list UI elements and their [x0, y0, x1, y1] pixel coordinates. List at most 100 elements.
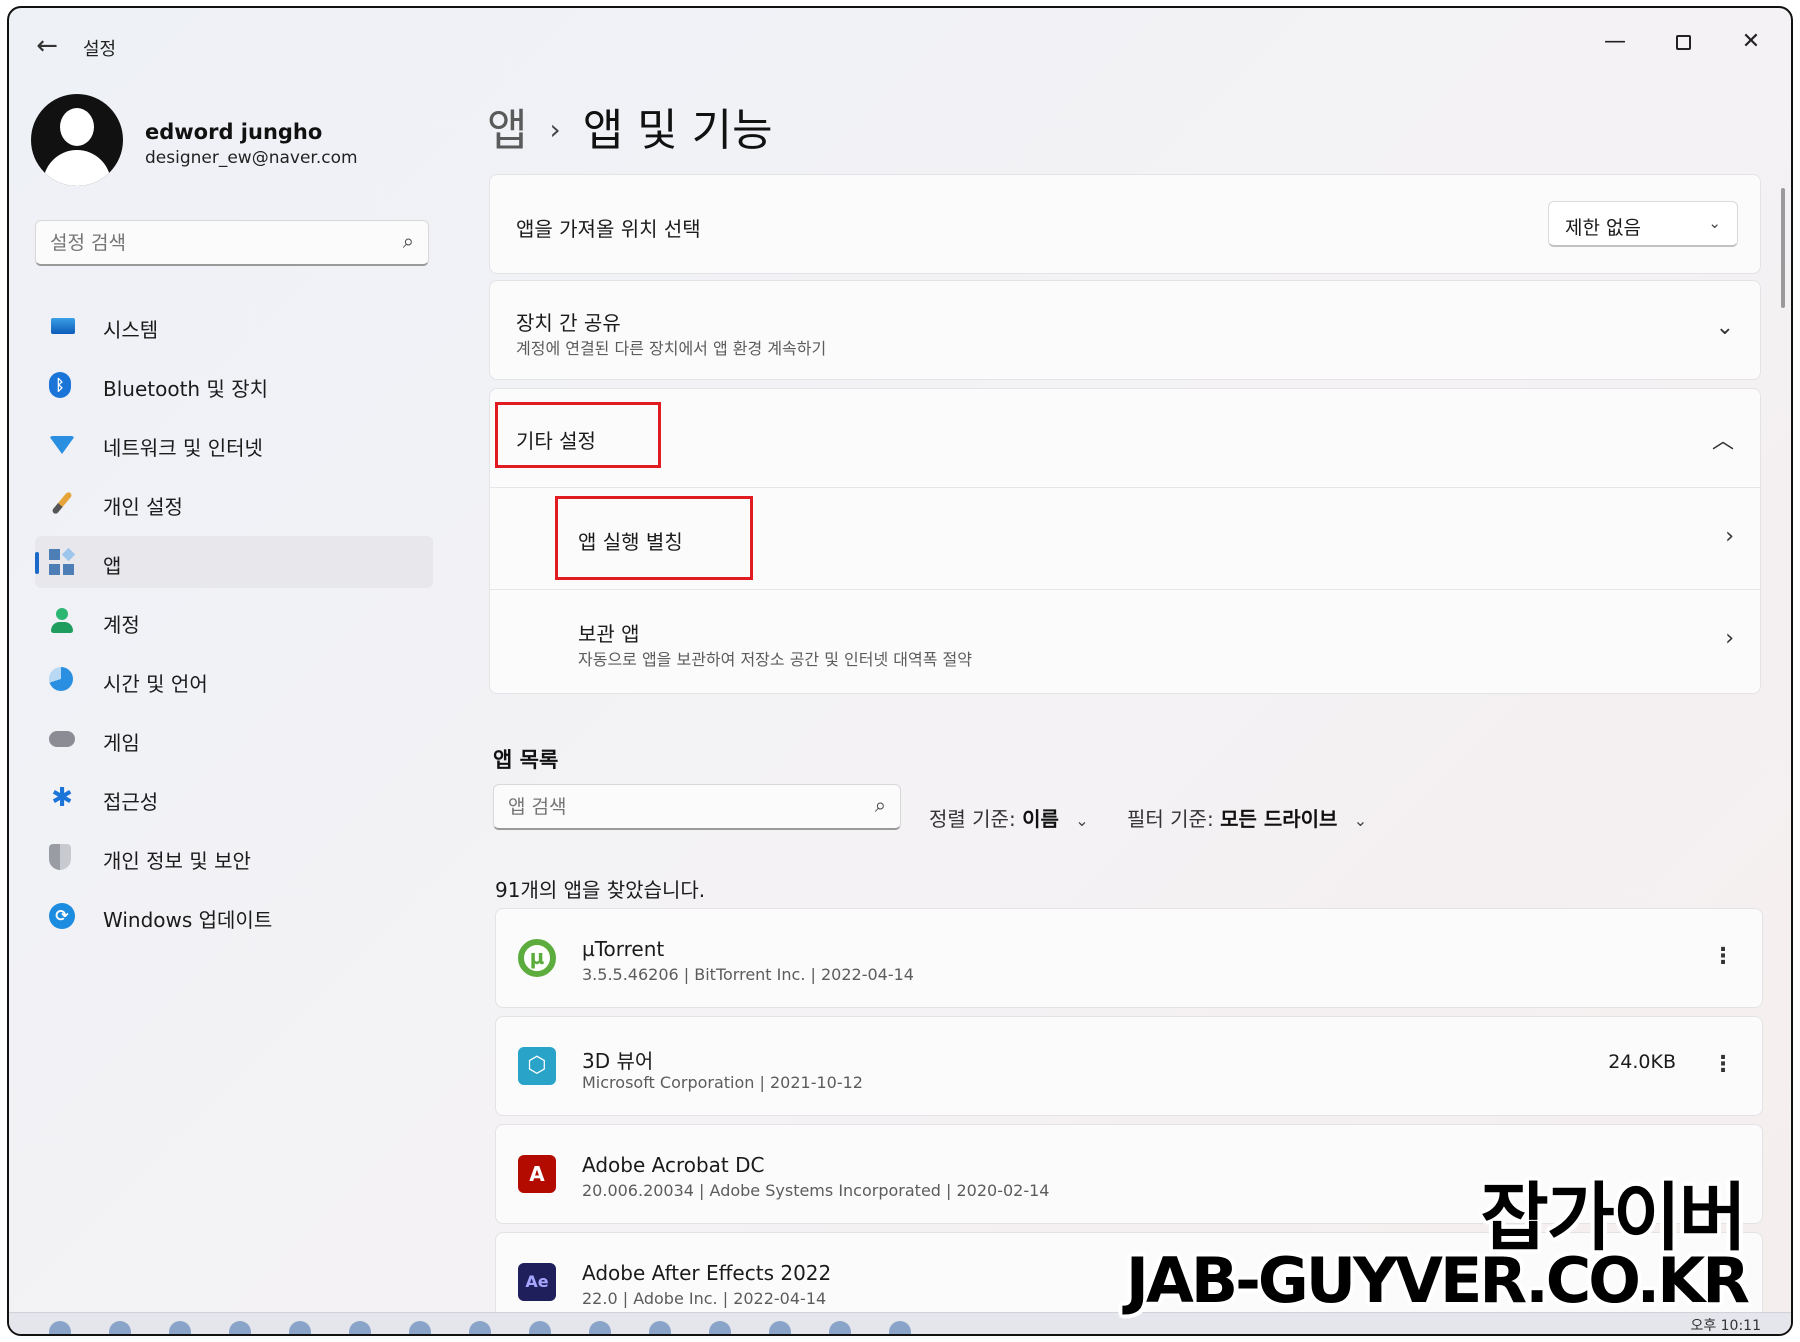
sidebar-item-accessibility[interactable]: ✱ 접근성 — [35, 772, 433, 824]
search-icon[interactable]: ⌕ — [875, 793, 886, 817]
close-button[interactable]: ✕ — [1727, 22, 1775, 62]
apps-icon — [49, 547, 76, 575]
settings-search-input[interactable] — [50, 229, 380, 257]
sidebar-item-gaming[interactable]: 게임 — [35, 713, 433, 765]
taskbar-app-icon[interactable] — [109, 1321, 131, 1334]
taskbar-app-icon[interactable] — [349, 1321, 371, 1334]
shield-icon — [49, 844, 71, 870]
more-options-icon[interactable]: ⋮ — [1712, 1045, 1734, 1085]
app-count-text: 91개의 앱을 찾았습니다. — [495, 878, 706, 902]
update-icon: ⟳ — [49, 903, 75, 929]
more-options-icon[interactable]: ⋮ — [1712, 937, 1734, 977]
app-name: Adobe After Effects 2022 — [582, 1261, 832, 1285]
chevron-down-icon[interactable]: ⌄ — [1716, 315, 1734, 340]
watermark-english: JAB-GUYVER.CO.KR — [1125, 1244, 1750, 1317]
archive-apps-label: 보관 앱 — [578, 622, 640, 646]
scrollbar-thumb[interactable] — [1781, 188, 1785, 308]
app-search-box[interactable]: ⌕ — [493, 784, 901, 830]
minimize-button[interactable]: — — [1591, 22, 1639, 62]
chevron-up-icon[interactable]: ︿ — [1712, 423, 1734, 455]
search-icon[interactable]: ⌕ — [403, 229, 414, 253]
filter-label: 필터 기준: — [1127, 807, 1214, 831]
filter-dropdown[interactable]: 필터 기준: 모든 드라이브 ⌄ — [1127, 803, 1367, 832]
chevron-down-icon: ⌄ — [1075, 811, 1089, 830]
taskbar-icons — [49, 1321, 911, 1334]
taskbar-clock[interactable]: 오후 10:11 — [1690, 1315, 1761, 1334]
taskbar-app-icon[interactable] — [709, 1321, 731, 1334]
sidebar-item-label: Bluetooth 및 장치 — [103, 377, 269, 401]
sidebar-item-privacy[interactable]: 개인 정보 및 보안 — [35, 831, 433, 883]
account-icon — [49, 608, 75, 634]
archive-apps-row[interactable]: 보관 앱 자동으로 앱을 보관하여 저장소 공간 및 인터넷 대역폭 절약 › — [490, 589, 1760, 693]
time-language-icon — [49, 667, 73, 691]
taskbar-app-icon[interactable] — [829, 1321, 851, 1334]
taskbar-app-icon[interactable] — [529, 1321, 551, 1334]
chevron-down-icon: ⌄ — [1353, 811, 1368, 830]
highlight-box-app-aliases — [555, 496, 753, 580]
system-icon — [51, 318, 75, 334]
app-meta: 22.0 | Adobe Inc. | 2022-04-14 — [582, 1289, 827, 1308]
sort-dropdown[interactable]: 정렬 기준: 이름 ⌄ — [929, 803, 1089, 832]
taskbar-app-icon[interactable] — [589, 1321, 611, 1334]
sidebar-item-label: 개인 정보 및 보안 — [103, 849, 251, 873]
3d-viewer-icon: ⬡ — [518, 1047, 556, 1085]
taskbar-app-icon[interactable] — [169, 1321, 191, 1334]
title-bar: ← 설정 — ✕ — [9, 8, 1791, 80]
install-source-value: 제한 없음 — [1565, 217, 1641, 239]
wifi-icon — [49, 436, 75, 454]
sidebar-item-label: 계정 — [103, 613, 140, 637]
app-list-item[interactable]: µ µTorrent 3.5.5.46206 | BitTorrent Inc.… — [495, 908, 1763, 1008]
utorrent-icon: µ — [518, 939, 556, 977]
taskbar-app-icon[interactable] — [649, 1321, 671, 1334]
taskbar-app-icon[interactable] — [289, 1321, 311, 1334]
filter-value: 모든 드라이브 — [1220, 807, 1338, 831]
avatar-head — [60, 108, 94, 146]
install-source-card: 앱을 가져올 위치 선택 제한 없음 ⌄ — [489, 174, 1761, 274]
settings-search-box[interactable]: ⌕ — [35, 220, 429, 266]
sidebar-item-label: 네트워크 및 인터넷 — [103, 436, 263, 460]
app-list-title: 앱 목록 — [493, 748, 559, 772]
taskbar-app-icon[interactable] — [769, 1321, 791, 1334]
sidebar-item-network[interactable]: 네트워크 및 인터넷 — [35, 418, 433, 470]
app-meta: 20.006.20034 | Adobe Systems Incorporate… — [582, 1181, 1050, 1200]
sort-label: 정렬 기준: — [929, 807, 1016, 831]
taskbar-app-icon[interactable] — [49, 1321, 71, 1334]
avatar — [31, 94, 123, 186]
breadcrumb-parent[interactable]: 앱 — [487, 105, 527, 156]
sidebar-item-label: 게임 — [103, 731, 140, 755]
breadcrumb-separator-icon: › — [549, 112, 561, 146]
taskbar-app-icon[interactable] — [409, 1321, 431, 1334]
taskbar-app-icon[interactable] — [889, 1321, 911, 1334]
app-list-item[interactable]: ⬡ 3D 뷰어 Microsoft Corporation | 2021-10-… — [495, 1016, 1763, 1116]
profile-email: designer_ew@naver.com — [145, 148, 358, 168]
taskbar-app-icon[interactable] — [469, 1321, 491, 1334]
sidebar-item-accounts[interactable]: 계정 — [35, 595, 433, 647]
sidebar-item-apps[interactable]: 앱 — [35, 536, 433, 588]
profile-name: edword jungho — [145, 120, 323, 144]
more-settings-header[interactable]: 기타 설정 ︿ — [490, 389, 1760, 487]
sidebar-item-system[interactable]: 시스템 — [35, 300, 433, 352]
taskbar-app-icon[interactable] — [229, 1321, 251, 1334]
sidebar-item-label: Windows 업데이트 — [103, 908, 273, 932]
sidebar-nav: 시스템 ᛒ Bluetooth 및 장치 네트워크 및 인터넷 개인 설정 앱 … — [35, 300, 433, 949]
back-arrow-icon[interactable]: ← — [31, 30, 63, 62]
user-profile[interactable]: edword jungho designer_ew@naver.com — [31, 94, 441, 190]
page-title: 앱 및 기능 — [582, 105, 773, 156]
maximize-button[interactable] — [1659, 22, 1707, 62]
sidebar-item-bluetooth[interactable]: ᛒ Bluetooth 및 장치 — [35, 359, 433, 411]
accessibility-icon: ✱ — [51, 783, 73, 813]
brush-icon — [51, 491, 73, 515]
share-across-devices-label: 장치 간 공유 — [516, 311, 621, 335]
sidebar-item-time-language[interactable]: 시간 및 언어 — [35, 654, 433, 706]
sort-value: 이름 — [1022, 807, 1059, 831]
app-name: Adobe Acrobat DC — [582, 1153, 765, 1177]
sidebar-item-personalization[interactable]: 개인 설정 — [35, 477, 433, 529]
gamepad-icon — [49, 731, 75, 747]
sidebar-item-windows-update[interactable]: ⟳ Windows 업데이트 — [35, 890, 433, 942]
bluetooth-icon: ᛒ — [49, 372, 71, 398]
share-across-devices-card[interactable]: 장치 간 공유 계정에 연결된 다른 장치에서 앱 환경 계속하기 ⌄ — [489, 280, 1761, 380]
app-search-input[interactable] — [508, 793, 848, 821]
share-across-devices-description: 계정에 연결된 다른 장치에서 앱 환경 계속하기 — [516, 339, 827, 358]
install-source-dropdown[interactable]: 제한 없음 ⌄ — [1548, 201, 1738, 247]
install-source-label: 앱을 가져올 위치 선택 — [516, 217, 701, 241]
